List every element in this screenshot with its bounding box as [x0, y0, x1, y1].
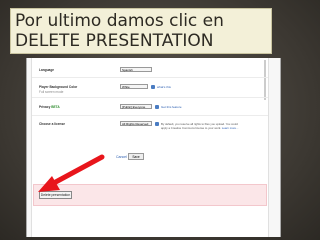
license-note-2: apply a Creative Commons license to your… [161, 126, 238, 130]
save-button[interactable]: Save [128, 153, 144, 160]
scrollbar[interactable] [264, 60, 266, 100]
info-icon[interactable] [155, 104, 159, 109]
delete-panel: Delete presentation [33, 184, 267, 206]
title-line-1: Por ultimo damos clic en [15, 11, 224, 31]
privacy-label: Privacy BETA [39, 105, 60, 109]
slide-title: Por ultimo damos clic en DELETE PRESENTA… [10, 8, 272, 54]
title-line-2: DELETE PRESENTATION [15, 31, 214, 51]
get-feature-link[interactable]: Get this feature [161, 105, 182, 109]
license-select[interactable]: All Rights Reserved [120, 121, 152, 126]
settings-form: Language Spanish Player Background Color… [31, 58, 269, 237]
language-label: Language [39, 68, 55, 72]
divider [32, 97, 268, 98]
license-label: Choose a license [39, 122, 66, 126]
beta-badge: BETA [51, 105, 60, 109]
info-icon[interactable] [155, 121, 159, 126]
player-bg-sublabel: Full screen mode [39, 90, 64, 94]
whats-this-link[interactable]: what's this [157, 85, 171, 89]
language-select[interactable]: Spanish [120, 67, 152, 72]
delete-presentation-button[interactable]: Delete presentation [39, 191, 72, 199]
embedded-screenshot: Language Spanish Player Background Color… [26, 58, 281, 237]
cancel-link[interactable]: Cancel [116, 155, 127, 159]
player-bg-select[interactable]: White [120, 84, 148, 89]
player-bg-label: Player Background Color [39, 85, 78, 89]
learn-more-link[interactable]: Learn more... [222, 126, 239, 130]
privacy-label-text: Privacy [39, 105, 51, 109]
divider [32, 115, 268, 116]
license-note-2-text: apply a Creative Commons license to your… [161, 126, 222, 130]
divider [32, 77, 268, 78]
help-icon[interactable] [151, 84, 155, 89]
privacy-select[interactable]: [Public] Everyone [120, 104, 152, 109]
